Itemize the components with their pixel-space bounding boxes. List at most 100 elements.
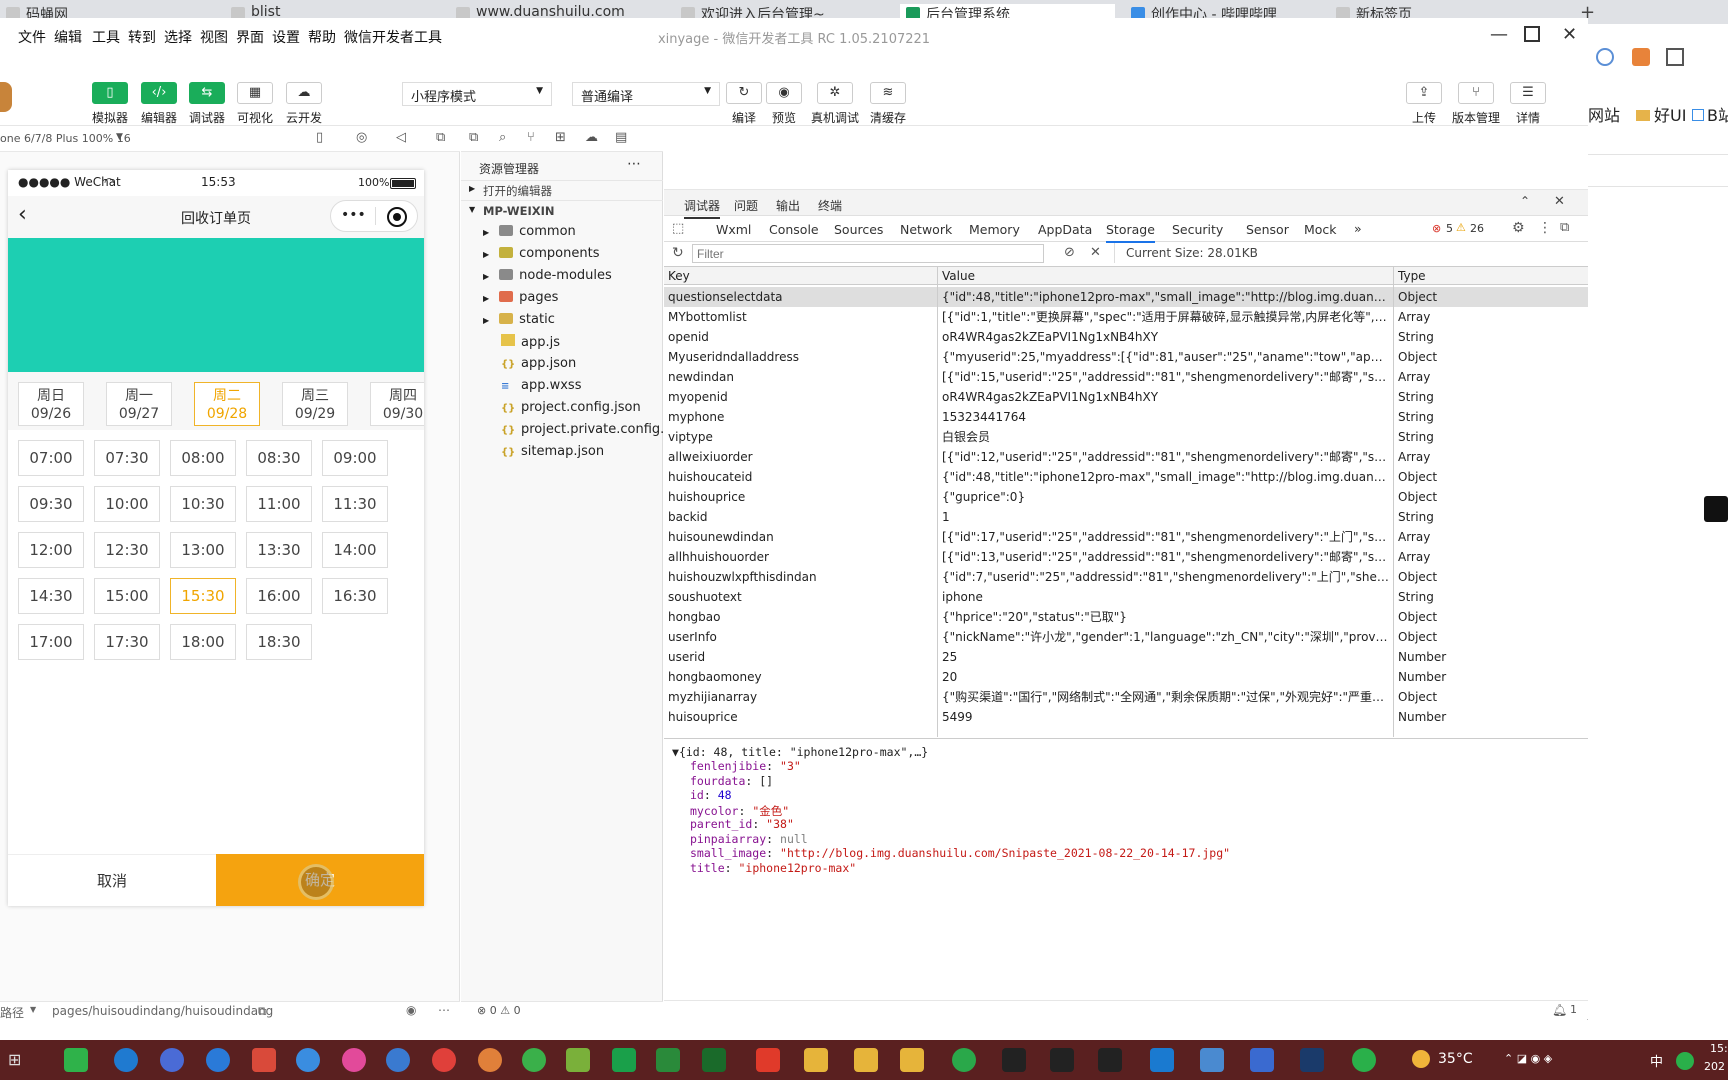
details-button[interactable]: ☰ xyxy=(1510,82,1546,104)
terminal-icon[interactable] xyxy=(1050,1048,1074,1072)
terminal-icon[interactable] xyxy=(1002,1048,1026,1072)
column-header-value[interactable]: Value xyxy=(938,267,1393,285)
app-icon[interactable] xyxy=(386,1048,410,1072)
device-select[interactable]: one 6/7/8 Plus 100% 16 xyxy=(0,132,131,145)
time-slot[interactable]: 16:30 xyxy=(322,578,388,614)
qq-icon[interactable] xyxy=(206,1048,230,1072)
time-slot[interactable]: 12:00 xyxy=(18,532,84,568)
dropdown-arrow-icon[interactable]: ▼ xyxy=(116,132,123,142)
search-icon[interactable]: ⌕ xyxy=(499,130,506,145)
table-row[interactable]: myphone 15323441764 String xyxy=(664,407,1588,427)
more-icon[interactable]: ⋯ xyxy=(627,156,641,172)
translate-icon[interactable] xyxy=(1632,48,1650,66)
time-slot[interactable]: 08:00 xyxy=(170,440,236,476)
copy-icon[interactable]: ⧉ xyxy=(258,1004,267,1019)
compile-button[interactable]: ↻ xyxy=(726,82,762,104)
table-row[interactable]: viptype 白银会员 String xyxy=(664,427,1588,447)
more-tabs-icon[interactable]: » xyxy=(1354,221,1362,236)
vscode-icon[interactable] xyxy=(1150,1048,1174,1072)
refresh-icon[interactable]: ↻ xyxy=(672,245,684,261)
firefox-icon[interactable] xyxy=(478,1048,502,1072)
filter-input[interactable] xyxy=(692,244,1044,263)
tab-appdata[interactable]: AppData xyxy=(1038,222,1092,237)
table-row[interactable]: huishoucateid {"id":48,"title":"iphone12p… xyxy=(664,467,1588,487)
pycharm-icon[interactable] xyxy=(656,1048,680,1072)
time-slot[interactable]: 12:30 xyxy=(94,532,160,568)
chrome-icon[interactable] xyxy=(160,1048,184,1072)
dropdown-arrow-icon[interactable]: ▼ xyxy=(30,1005,36,1014)
remote-debug-button[interactable]: ✲ xyxy=(817,82,853,104)
wechat-devtools-icon[interactable] xyxy=(952,1048,976,1072)
app-icon[interactable] xyxy=(756,1048,780,1072)
time-slot[interactable]: 07:00 xyxy=(18,440,84,476)
time-slot[interactable]: 09:00 xyxy=(322,440,388,476)
tree-file-sitemap[interactable]: {} sitemap.json xyxy=(501,444,604,464)
tab-memory[interactable]: Memory xyxy=(969,222,1020,237)
tab-issues[interactable]: 问题 xyxy=(734,197,758,214)
table-row[interactable]: userInfo {"nickName":"许小龙","gender":1,"la… xyxy=(664,627,1588,647)
day-option[interactable]: 周四 09/30 xyxy=(370,382,424,426)
tab-output[interactable]: 输出 xyxy=(776,197,800,214)
time-slot[interactable]: 16:00 xyxy=(246,578,312,614)
table-row[interactable]: hongbao {"hprice":"20","status":"已取"} Obje… xyxy=(664,607,1588,627)
app-icon[interactable] xyxy=(1200,1048,1224,1072)
table-row[interactable]: userid 25 Number xyxy=(664,647,1588,667)
bookmark-item[interactable]: 好UI xyxy=(1636,102,1686,126)
tree-folder-components[interactable]: ▶ components xyxy=(483,246,599,266)
app-icon[interactable] xyxy=(432,1048,456,1072)
inspect-icon[interactable]: ⬚ xyxy=(672,221,684,236)
delete-selected-icon[interactable]: ✕ xyxy=(1090,245,1101,260)
app-icon[interactable] xyxy=(1250,1048,1274,1072)
clear-cache-button[interactable]: ≋ xyxy=(870,82,906,104)
preview-summary[interactable]: ▼{id: 48, title: "iphone12pro-max",…} xyxy=(664,745,1588,759)
simulator-button[interactable]: ▯ xyxy=(92,82,128,104)
confirm-button[interactable]: 确定 xyxy=(216,854,424,906)
table-row[interactable]: huishouzwlxpfthisdindan {"id":7,"userid":… xyxy=(664,567,1588,587)
window-icon[interactable]: ⧉ xyxy=(436,130,445,145)
pycharm-icon[interactable] xyxy=(702,1048,726,1072)
tree-file-app-wxss[interactable]: ≡ app.wxss xyxy=(501,378,581,398)
tab-storage[interactable]: Storage xyxy=(1106,222,1155,243)
editor-button[interactable]: ‹/› xyxy=(141,82,177,104)
folder-icon[interactable] xyxy=(804,1048,828,1072)
tree-folder-static[interactable]: ▶ static xyxy=(483,312,555,332)
table-row[interactable]: soushuotext iphone String xyxy=(664,587,1588,607)
time-slot[interactable]: 11:00 xyxy=(246,486,312,522)
time-slot[interactable]: 18:00 xyxy=(170,624,236,660)
wechat-icon[interactable] xyxy=(1352,1048,1376,1072)
mode-select[interactable]: 小程序模式 ▼ xyxy=(402,82,552,106)
tab-sensor[interactable]: Sensor xyxy=(1246,222,1289,237)
folder-icon[interactable] xyxy=(900,1048,924,1072)
tree-file-project-private-config[interactable]: {} project.private.config.js... xyxy=(501,422,687,442)
time-slot[interactable]: 17:00 xyxy=(18,624,84,660)
git-icon[interactable]: ⑂ xyxy=(527,130,535,145)
tree-file-app-json[interactable]: {} app.json xyxy=(501,356,576,376)
upload-button[interactable]: ⇪ xyxy=(1406,82,1442,104)
extension-icon[interactable] xyxy=(1596,48,1614,66)
tree-file-app-js[interactable]: app.js xyxy=(501,334,560,354)
table-row[interactable]: newdindan [{"id":15,"userid":"25","addres… xyxy=(664,367,1588,387)
app-icon[interactable] xyxy=(566,1048,590,1072)
kebab-menu-icon[interactable]: ⋮ xyxy=(1538,220,1552,236)
browser-icon[interactable] xyxy=(114,1048,138,1072)
time-slot[interactable]: 14:30 xyxy=(18,578,84,614)
minimize-icon[interactable]: — xyxy=(1490,24,1508,45)
tree-file-project-config[interactable]: {} project.config.json xyxy=(501,400,641,420)
hbuilder-icon[interactable] xyxy=(612,1048,636,1072)
weather[interactable]: 35°C xyxy=(1438,1051,1473,1067)
app-icon[interactable] xyxy=(252,1048,276,1072)
table-row[interactable]: hongbaomoney 20 Number xyxy=(664,667,1588,687)
time-slot[interactable]: 14:00 xyxy=(322,532,388,568)
table-row[interactable]: huisounewdindan [{"id":17,"userid":"25","… xyxy=(664,527,1588,547)
app-icon[interactable] xyxy=(64,1048,88,1072)
cloud-icon[interactable]: ☁ xyxy=(585,130,598,145)
photoshop-icon[interactable] xyxy=(1300,1048,1324,1072)
app-icon[interactable] xyxy=(296,1048,320,1072)
close-icon[interactable]: ✕ xyxy=(1554,194,1565,209)
ime-icon[interactable] xyxy=(1676,1052,1694,1070)
table-row[interactable]: backid 1 String xyxy=(664,507,1588,527)
time-slot-selected[interactable]: 15:30 xyxy=(170,578,236,614)
files-icon[interactable]: ⧉ xyxy=(469,130,478,145)
eye-icon[interactable]: ◉ xyxy=(406,1003,416,1017)
bookmark-item[interactable]: 网站 xyxy=(1588,102,1620,126)
